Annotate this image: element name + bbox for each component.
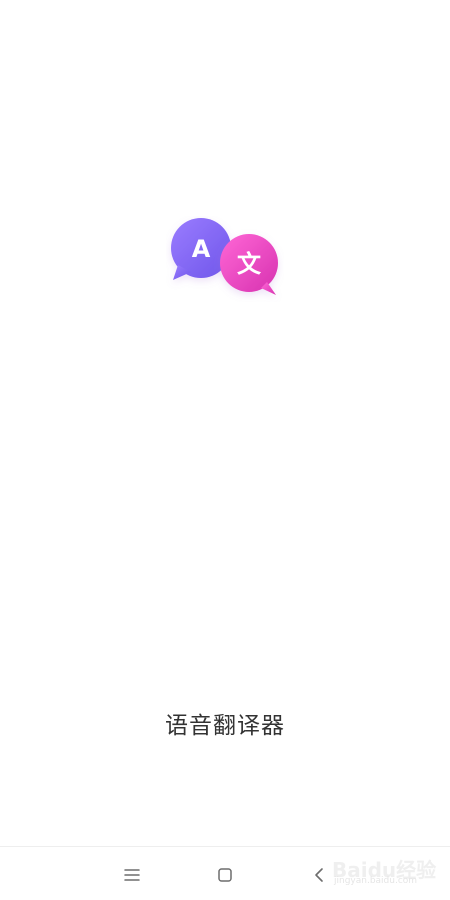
home-square-icon bbox=[218, 868, 232, 882]
logo-letter-a: A bbox=[192, 235, 211, 263]
watermark-url: jingyan.baidu.com bbox=[334, 876, 418, 886]
back-chevron-icon bbox=[315, 868, 323, 882]
menu-icon bbox=[124, 869, 140, 881]
app-logo: A 文 bbox=[171, 218, 278, 295]
logo-char-wen: 文 bbox=[237, 250, 262, 278]
splash-screen: A 文 语音翻译器 Baidu经验 jingyan.baidu.com bbox=[0, 0, 450, 900]
menu-button[interactable] bbox=[116, 859, 148, 891]
baidu-watermark: Baidu经验 jingyan.baidu.com bbox=[332, 846, 440, 890]
app-name-title: 语音翻译器 bbox=[165, 713, 285, 739]
home-button[interactable] bbox=[209, 859, 241, 891]
